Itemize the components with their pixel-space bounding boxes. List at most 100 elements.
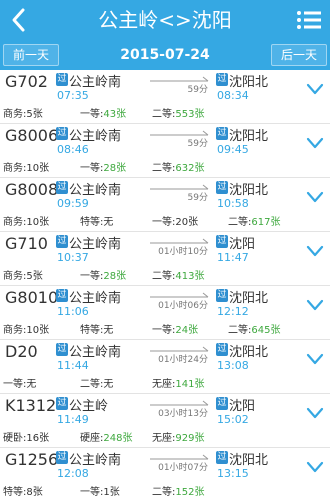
departure-time: 10:37 <box>57 251 89 264</box>
seat-count: 20张 <box>175 217 199 228</box>
expand-chevron-down-icon[interactable] <box>306 82 324 96</box>
train-row[interactable]: G1256 过公主岭南 12:08 01小时07分过沈阳北 13:15 特等:8张 一等:1… <box>0 448 330 500</box>
seat-class-label: 一等: <box>80 271 104 282</box>
departure-station: 公主岭南 <box>69 237 122 252</box>
seat-info: 无座:929张 <box>152 429 204 444</box>
arrival-time: 11:47 <box>217 251 249 264</box>
seat-class-label: 二等: <box>152 109 176 120</box>
train-row[interactable]: D20 过公主岭南 11:44 01小时24分过沈阳北 13:08 一等:无 二等:无 无座:… <box>0 340 330 394</box>
travel-duration: 01小时10分 <box>158 247 208 257</box>
expand-chevron-down-icon[interactable] <box>306 244 324 258</box>
departure-time: 11:44 <box>57 359 89 372</box>
arrival-time: 08:34 <box>217 89 249 102</box>
train-row[interactable]: G8008 过公主岭南 09:59 59分过沈阳北 10:58 商务:10张 特等:无 一等:… <box>0 178 330 232</box>
expand-chevron-down-icon[interactable] <box>306 136 324 150</box>
next-day-button[interactable]: 后一天 <box>271 44 327 66</box>
seat-count: 929张 <box>175 433 205 444</box>
seat-info: 一等:24张 <box>152 321 198 336</box>
departure-station: 公主岭 <box>69 399 109 414</box>
seat-class-label: 一等: <box>80 487 104 498</box>
train-row[interactable]: G8010 过公主岭南 11:06 01小时06分过沈阳北 12:12 商务:10张 特等:… <box>0 286 330 340</box>
departure-time: 11:06 <box>57 305 89 318</box>
seat-class-label: 特等: <box>3 487 27 498</box>
arrival-station: 沈阳 <box>229 237 256 252</box>
page-title: 公主岭<>沈阳 <box>98 8 232 32</box>
arrival-station: 沈阳北 <box>229 345 269 360</box>
departure-time: 09:59 <box>57 197 89 210</box>
pass-through-badge: 过 <box>56 451 68 464</box>
seat-class-label: 一等: <box>80 163 104 174</box>
arrival-time: 15:02 <box>217 413 249 426</box>
seat-class-label: 二等: <box>80 379 104 390</box>
seat-info: 二等:152张 <box>152 483 204 498</box>
seat-class-label: 硬座: <box>80 433 104 444</box>
seat-count: 10张 <box>26 325 50 336</box>
train-row[interactable]: G710 过公主岭南 10:37 01小时10分过沈阳 11:47 商务:5张 一等:28张… <box>0 232 330 286</box>
seat-count: 28张 <box>103 271 127 282</box>
train-row[interactable]: K1312 过公主岭 11:49 03小时13分过沈阳 15:02 硬卧:16张 硬座:24… <box>0 394 330 448</box>
expand-chevron-down-icon[interactable] <box>306 298 324 312</box>
seat-count: 152张 <box>175 487 205 498</box>
departure-station: 公主岭南 <box>69 129 122 144</box>
seat-info: 二等:413张 <box>152 267 204 282</box>
seat-info: 硬座:248张 <box>80 429 132 444</box>
seat-count: 617张 <box>251 217 281 228</box>
seat-count: 无 <box>103 379 114 390</box>
expand-chevron-down-icon[interactable] <box>306 460 324 474</box>
expand-chevron-down-icon[interactable] <box>306 190 324 204</box>
pass-through-badge: 过 <box>216 343 228 356</box>
seat-info: 二等:645张 <box>228 321 280 336</box>
pass-through-badge: 过 <box>216 397 228 410</box>
seat-count: 无 <box>103 325 114 336</box>
seat-info: 一等:43张 <box>80 105 126 120</box>
pass-through-badge: 过 <box>56 73 68 86</box>
seat-class-label: 商务: <box>3 109 27 120</box>
travel-duration: 59分 <box>187 193 208 203</box>
seat-count: 28张 <box>103 163 127 174</box>
seat-class-label: 无座: <box>152 433 176 444</box>
seat-info: 一等:28张 <box>80 267 126 282</box>
expand-chevron-down-icon[interactable] <box>306 352 324 366</box>
train-number: G8010 <box>5 288 59 307</box>
seat-count: 553张 <box>175 109 205 120</box>
arrival-station: 沈阳北 <box>229 75 269 90</box>
seat-count: 141张 <box>175 379 205 390</box>
travel-duration: 59分 <box>187 85 208 95</box>
seat-count: 413张 <box>175 271 205 282</box>
departure-station: 公主岭南 <box>69 75 122 90</box>
seat-class-label: 无座: <box>152 379 176 390</box>
seat-count: 632张 <box>175 163 205 174</box>
arrival-time: 09:45 <box>217 143 249 156</box>
travel-duration: 59分 <box>187 139 208 149</box>
travel-duration: 01小时07分 <box>158 463 208 473</box>
departure-time: 11:49 <box>57 413 89 426</box>
seat-info: 商务:10张 <box>3 321 49 336</box>
seat-class-label: 二等: <box>228 217 252 228</box>
seat-info: 无座:141张 <box>152 375 204 390</box>
seat-info: 一等:28张 <box>80 159 126 174</box>
expand-chevron-down-icon[interactable] <box>306 406 324 420</box>
pass-through-badge: 过 <box>216 289 228 302</box>
seat-count: 10张 <box>26 217 50 228</box>
menu-list-icon <box>297 11 321 29</box>
arrival-station: 沈阳北 <box>229 291 269 306</box>
travel-duration: 01小时06分 <box>158 301 208 311</box>
seat-class-label: 二等: <box>152 271 176 282</box>
pass-through-badge: 过 <box>216 127 228 140</box>
seat-class-label: 二等: <box>228 325 252 336</box>
train-row[interactable]: G8006 过公主岭南 08:46 59分过沈阳北 09:45 商务:10张 一等:28张二… <box>0 124 330 178</box>
seat-count: 1张 <box>103 487 120 498</box>
date-bar: 前一天 2015-07-24 后一天 <box>0 40 330 70</box>
menu-button[interactable] <box>296 9 322 31</box>
travel-duration: 03小时13分 <box>158 409 208 419</box>
pass-through-badge: 过 <box>56 127 68 140</box>
train-row[interactable]: G702 过公主岭南 07:35 59分过沈阳北 08:34 商务:5张 一等:43张 二等:… <box>0 70 330 124</box>
seat-count: 无 <box>103 217 114 228</box>
seat-class-label: 商务: <box>3 325 27 336</box>
seat-info: 二等:617张 <box>228 213 280 228</box>
train-number: G8006 <box>5 126 59 145</box>
seat-info: 商务:5张 <box>3 267 43 282</box>
seat-class-label: 特等: <box>80 217 104 228</box>
train-list: G702 过公主岭南 07:35 59分过沈阳北 08:34 商务:5张 一等:43张 二等:… <box>0 70 330 500</box>
header-bar: 公主岭<>沈阳 <box>0 0 330 40</box>
